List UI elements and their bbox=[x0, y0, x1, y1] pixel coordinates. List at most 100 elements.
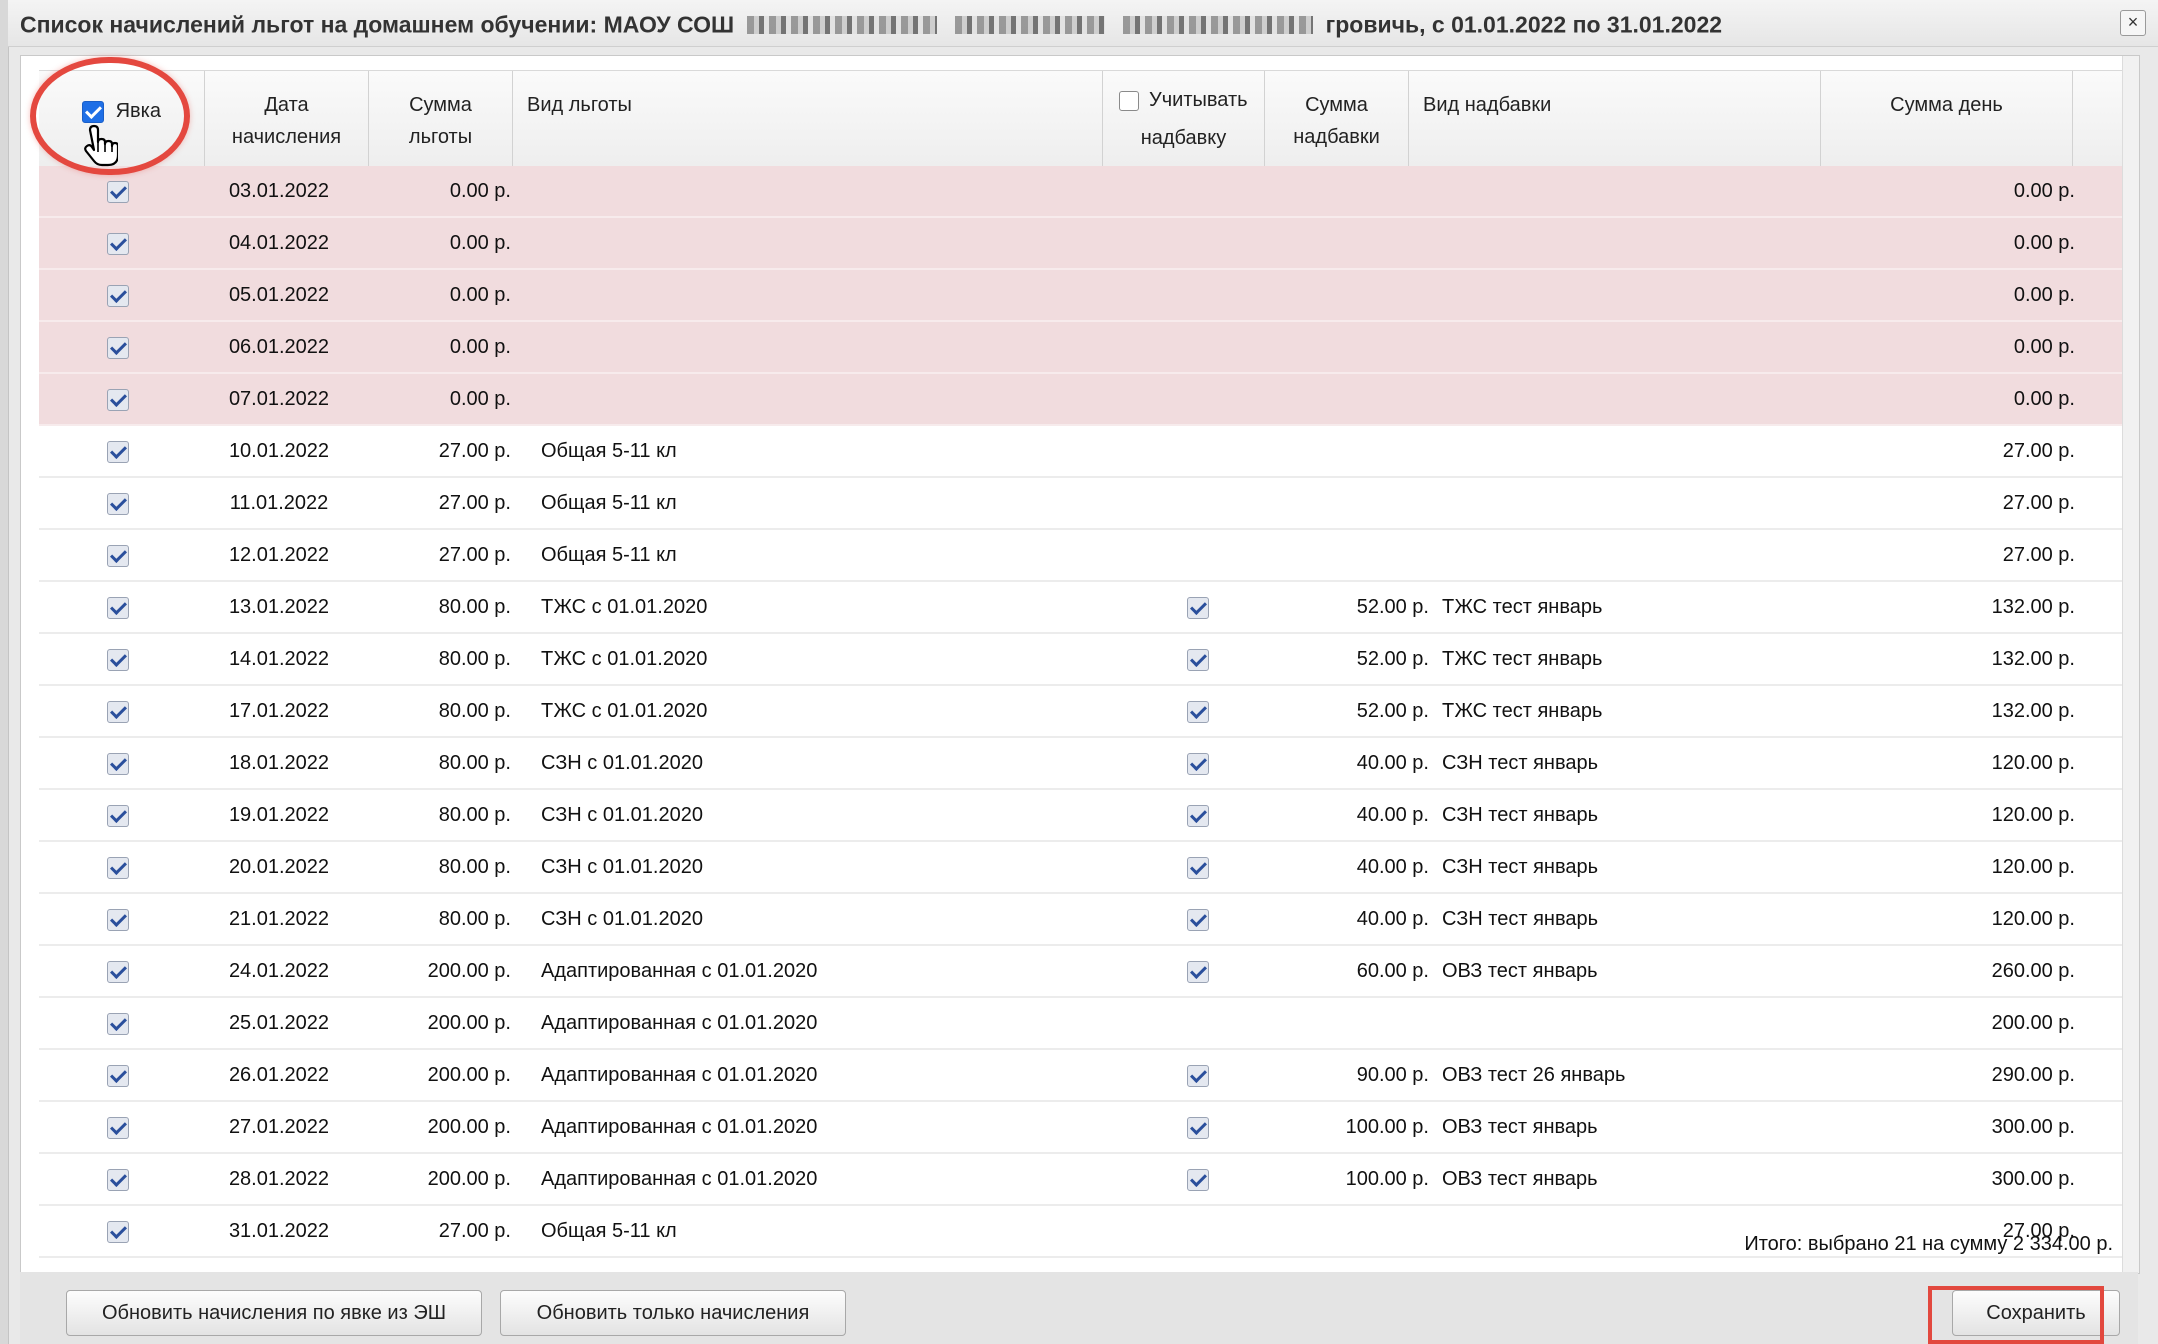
attendance-checkbox[interactable] bbox=[107, 1220, 129, 1243]
bonus-type-cell: СЗН тест январь bbox=[1442, 752, 1599, 774]
benefit-type-cell: Адаптированная с 01.01.2020 bbox=[541, 1012, 818, 1034]
benefit-sum-cell: 80.00 р. bbox=[438, 596, 511, 618]
benefit-sum-cell: 200.00 р. bbox=[427, 960, 511, 982]
vertical-scrollbar[interactable] bbox=[2122, 56, 2139, 1273]
table-row[interactable]: 27.01.2022 200.00 р. Адаптированная с 01.0… bbox=[39, 1102, 2123, 1154]
table-row[interactable]: 06.01.2022 0.00 р. 0.00 р. bbox=[39, 322, 2123, 374]
header-day-sum[interactable]: Сумма день bbox=[1821, 71, 2073, 166]
header-consider-bonus: Учитывать надбавку bbox=[1103, 71, 1265, 166]
attendance-checkbox[interactable] bbox=[107, 544, 129, 567]
table-row[interactable]: 18.01.2022 80.00 р. СЗН с 01.01.2020 40.00 … bbox=[39, 738, 2123, 790]
benefit-sum-cell: 80.00 р. bbox=[438, 856, 511, 878]
attendance-cell bbox=[103, 478, 133, 528]
benefit-sum-cell: 200.00 р. bbox=[427, 1064, 511, 1086]
day-sum-cell: 260.00 р. bbox=[1991, 960, 2075, 982]
day-sum-cell: 200.00 р. bbox=[1991, 1012, 2075, 1034]
attendance-checkbox[interactable] bbox=[107, 908, 129, 931]
attendance-cell bbox=[103, 1050, 133, 1100]
table-row[interactable]: 05.01.2022 0.00 р. 0.00 р. bbox=[39, 270, 2123, 322]
dialog-footer: Обновить начисления по явке из ЭШ Обнови… bbox=[20, 1272, 2138, 1344]
bonus-sum-cell: 90.00 р. bbox=[1356, 1064, 1429, 1086]
table-row[interactable]: 25.01.2022 200.00 р. Адаптированная с 01.0… bbox=[39, 998, 2123, 1050]
consider-bonus-all-checkbox[interactable] bbox=[1119, 90, 1140, 111]
attendance-checkbox[interactable] bbox=[107, 388, 129, 411]
header-date[interactable]: Дата начисления bbox=[205, 71, 369, 166]
day-sum-cell: 27.00 р. bbox=[2002, 544, 2075, 566]
attendance-checkbox[interactable] bbox=[107, 180, 129, 203]
bonus-sum-cell: 100.00 р. bbox=[1345, 1116, 1429, 1138]
attendance-cell bbox=[103, 686, 133, 736]
day-sum-cell: 0.00 р. bbox=[2013, 336, 2075, 358]
table-row[interactable]: 12.01.2022 27.00 р. Общая 5-11 кл 27.00 р. bbox=[39, 530, 2123, 582]
table-row[interactable]: 10.01.2022 27.00 р. Общая 5-11 кл 27.00 р. bbox=[39, 426, 2123, 478]
table-row[interactable]: 11.01.2022 27.00 р. Общая 5-11 кл 27.00 р. bbox=[39, 478, 2123, 530]
attendance-checkbox[interactable] bbox=[107, 1168, 129, 1191]
header-benefit-sum-label: Сумма льготы bbox=[408, 94, 473, 148]
table-row[interactable]: 21.01.2022 80.00 р. СЗН с 01.01.2020 40.00 … bbox=[39, 894, 2123, 946]
attendance-cell bbox=[103, 738, 133, 788]
bonus-type-cell: ОВЗ тест январь bbox=[1442, 1168, 1598, 1190]
table-row[interactable]: 28.01.2022 200.00 р. Адаптированная с 01.0… bbox=[39, 1154, 2123, 1206]
table-row[interactable]: 26.01.2022 200.00 р. Адаптированная с 01.0… bbox=[39, 1050, 2123, 1102]
attendance-checkbox[interactable] bbox=[107, 700, 129, 723]
attendance-checkbox[interactable] bbox=[107, 648, 129, 671]
attendance-checkbox[interactable] bbox=[107, 336, 129, 359]
bonus-sum-cell: 40.00 р. bbox=[1356, 856, 1429, 878]
table-row[interactable]: 03.01.2022 0.00 р. 0.00 р. bbox=[39, 166, 2123, 218]
table-row[interactable]: 24.01.2022 200.00 р. Адаптированная с 01.0… bbox=[39, 946, 2123, 998]
bonus-type-cell: ОВЗ тест январь bbox=[1442, 1116, 1598, 1138]
attendance-checkbox[interactable] bbox=[107, 960, 129, 983]
benefit-type-cell: Общая 5-11 кл bbox=[541, 544, 677, 566]
header-bonus-sum[interactable]: Сумма надбавки bbox=[1265, 71, 1409, 166]
benefit-type-cell: Адаптированная с 01.01.2020 bbox=[541, 1064, 818, 1086]
table-row[interactable]: 17.01.2022 80.00 р. ТЖС с 01.01.2020 52.00 … bbox=[39, 686, 2123, 738]
attendance-checkbox[interactable] bbox=[107, 440, 129, 463]
bonus-type-cell: ОВЗ тест 26 январь bbox=[1442, 1064, 1626, 1086]
day-sum-cell: 290.00 р. bbox=[1991, 1064, 2075, 1086]
refresh-by-attendance-button[interactable]: Обновить начисления по явке из ЭШ bbox=[66, 1290, 482, 1336]
attendance-checkbox[interactable] bbox=[107, 856, 129, 879]
day-sum-cell: 120.00 р. bbox=[1991, 908, 2075, 930]
attendance-checkbox[interactable] bbox=[107, 752, 129, 775]
table-row[interactable]: 14.01.2022 80.00 р. ТЖС с 01.01.2020 52.00 … bbox=[39, 634, 2123, 686]
benefit-sum-cell: 80.00 р. bbox=[438, 752, 511, 774]
attendance-checkbox[interactable] bbox=[107, 596, 129, 619]
benefit-type-cell: СЗН с 01.01.2020 bbox=[541, 804, 703, 826]
attendance-checkbox[interactable] bbox=[107, 284, 129, 307]
day-sum-cell: 27.00 р. bbox=[2002, 492, 2075, 514]
redacted-name-part bbox=[746, 15, 937, 34]
header-benefit-sum[interactable]: Сумма льготы bbox=[369, 71, 513, 166]
attendance-checkbox[interactable] bbox=[107, 1116, 129, 1139]
day-sum-cell: 120.00 р. bbox=[1991, 856, 2075, 878]
table-row[interactable]: 19.01.2022 80.00 р. СЗН с 01.01.2020 40.00 … bbox=[39, 790, 2123, 842]
header-bonus-type[interactable]: Вид надбавки bbox=[1409, 71, 1821, 166]
table-row[interactable]: 04.01.2022 0.00 р. 0.00 р. bbox=[39, 218, 2123, 270]
attendance-checkbox[interactable] bbox=[107, 492, 129, 515]
day-sum-cell: 300.00 р. bbox=[1991, 1116, 2075, 1138]
attendance-checkbox[interactable] bbox=[107, 804, 129, 827]
attendance-cell bbox=[103, 426, 133, 476]
dialog-title-suffix: гровичь, с 01.01.2022 по 31.01.2022 bbox=[1325, 11, 1723, 38]
bonus-sum-cell: 40.00 р. bbox=[1356, 804, 1429, 826]
bonus-type-cell: СЗН тест январь bbox=[1442, 856, 1599, 878]
dialog-title: Список начислений льгот на домашнем обуч… bbox=[20, 10, 1722, 38]
attendance-cell bbox=[103, 218, 133, 268]
day-sum-cell: 0.00 р. bbox=[2013, 232, 2075, 254]
attendance-checkbox[interactable] bbox=[107, 1012, 129, 1035]
attendance-checkbox[interactable] bbox=[107, 1064, 129, 1087]
bonus-type-cell: СЗН тест январь bbox=[1442, 804, 1599, 826]
bonus-sum-cell: 100.00 р. bbox=[1345, 1168, 1429, 1190]
table-row[interactable]: 20.01.2022 80.00 р. СЗН с 01.01.2020 40.00 … bbox=[39, 842, 2123, 894]
benefit-sum-cell: 80.00 р. bbox=[438, 908, 511, 930]
attendance-cell bbox=[103, 374, 133, 424]
bonus-sum-cell: 40.00 р. bbox=[1356, 752, 1429, 774]
benefit-type-cell: Адаптированная с 01.01.2020 bbox=[541, 1168, 818, 1190]
header-benefit-type[interactable]: Вид льготы bbox=[513, 71, 1103, 166]
close-button[interactable]: × bbox=[2120, 10, 2146, 36]
day-sum-cell: 132.00 р. bbox=[1991, 700, 2075, 722]
attendance-checkbox[interactable] bbox=[107, 232, 129, 255]
refresh-only-button[interactable]: Обновить только начисления bbox=[500, 1290, 846, 1336]
benefit-sum-cell: 80.00 р. bbox=[438, 700, 511, 722]
table-row[interactable]: 13.01.2022 80.00 р. ТЖС с 01.01.2020 52.00 … bbox=[39, 582, 2123, 634]
table-row[interactable]: 07.01.2022 0.00 р. 0.00 р. bbox=[39, 374, 2123, 426]
